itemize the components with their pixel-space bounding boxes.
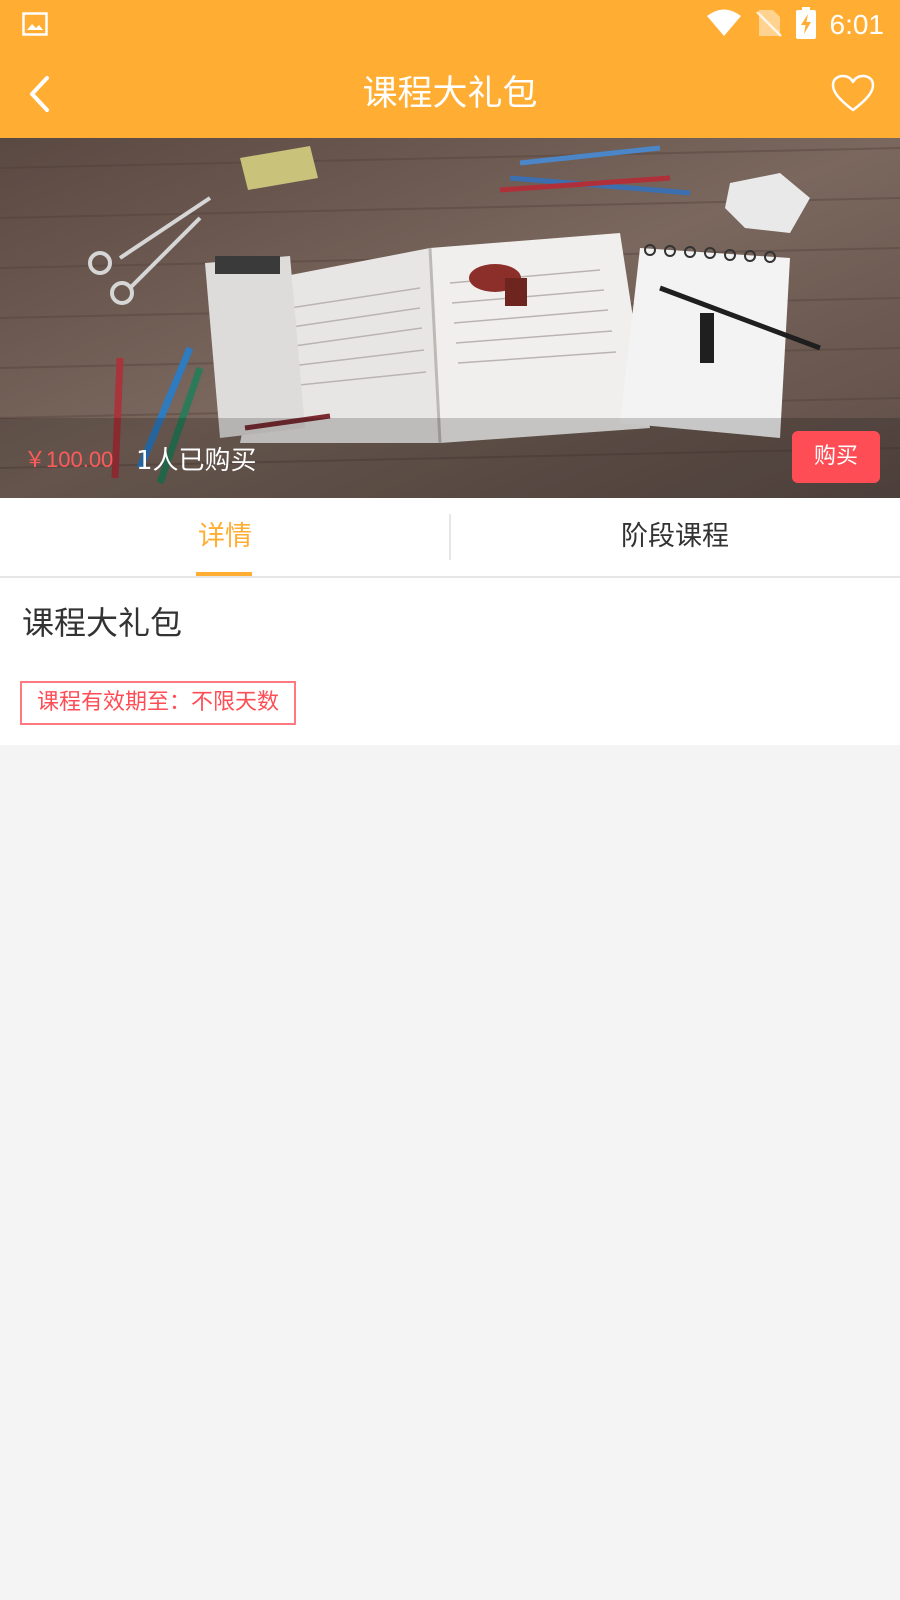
clock: 6:01 — [829, 9, 885, 40]
no-sim-icon — [755, 8, 782, 42]
active-tab-indicator — [196, 572, 252, 576]
battery-charging-icon — [795, 7, 816, 43]
validity-badge: 课程有效期至：不限天数 — [20, 681, 297, 725]
page-title: 课程大礼包 — [362, 74, 538, 114]
buy-button[interactable]: 购买 — [792, 431, 880, 483]
tab-detail[interactable]: 详情 — [0, 498, 450, 576]
image-icon — [22, 12, 48, 36]
heart-outline-icon — [831, 74, 875, 112]
favorite-button[interactable] — [828, 68, 878, 120]
wifi-icon — [706, 9, 742, 41]
course-cover: ￥100.00 1人已购买 购买 — [0, 138, 900, 498]
price-bar — [0, 418, 900, 498]
status-icons: 6:01 — [706, 6, 885, 44]
tab-bar: 详情 阶段课程 — [0, 498, 900, 578]
course-price: ￥100.00 — [24, 447, 114, 472]
app-bar: 课程大礼包 — [0, 50, 900, 138]
tab-stage-courses[interactable]: 阶段课程 — [450, 498, 900, 576]
buyer-count: 1人已购买 — [136, 446, 257, 476]
status-bar: 6:01 — [0, 0, 900, 50]
course-title: 课程大礼包 — [22, 604, 183, 642]
detail-panel: 课程大礼包 课程有效期至：不限天数 — [0, 578, 900, 745]
